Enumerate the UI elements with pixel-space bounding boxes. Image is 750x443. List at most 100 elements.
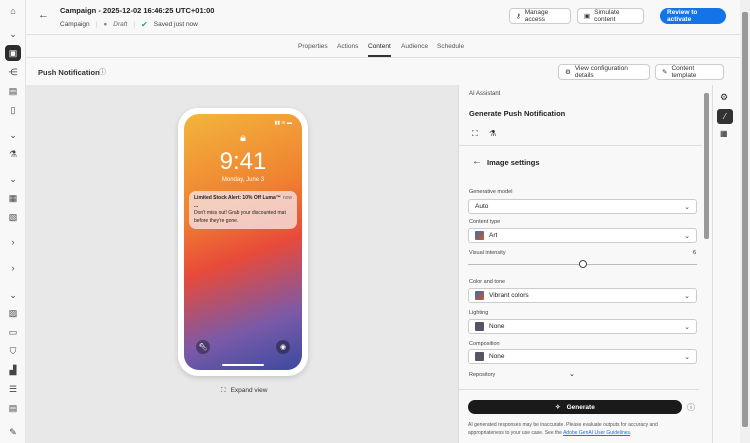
- expand-icon: ⛶: [221, 387, 226, 394]
- slider-handle[interactable]: [578, 260, 587, 268]
- color-tone-label: Color and tone: [469, 279, 506, 285]
- template-icon: ✎: [662, 69, 668, 76]
- blocks-icon[interactable]: ▦: [720, 129, 728, 138]
- manage-access-button[interactable]: ⚷ Manage access: [509, 8, 571, 24]
- info-icon[interactable]: ⓘ: [99, 67, 106, 77]
- settings-icon[interactable]: ⚙: [720, 92, 728, 103]
- visual-intensity-value: 6: [692, 250, 696, 256]
- chevron-right-icon[interactable]: ›: [6, 261, 20, 275]
- config-icon: ⚙: [565, 69, 571, 76]
- generative-model-label: Generative model: [469, 189, 513, 195]
- disclaimer: AI generated responses may be inaccurate…: [468, 422, 658, 436]
- content-icon[interactable]: ▤: [6, 84, 20, 98]
- chevron-down-icon[interactable]: ⌄: [569, 370, 575, 378]
- visual-intensity-label: Visual intensity: [469, 250, 506, 256]
- phone-preview: ▮▮ ≋ ▬ 🔒︎ 9:41 Monday, June 3 Limited St…: [178, 108, 308, 376]
- status-bar-icons: ▮▮ ≋ ▬: [274, 120, 292, 126]
- chevron-down-icon[interactable]: ⌄: [6, 288, 20, 302]
- chevron-down-icon: ⌄: [684, 232, 690, 240]
- chevron-down-icon[interactable]: ⌄: [6, 172, 20, 186]
- panel-scrollbar[interactable]: [704, 87, 709, 441]
- key-icon: ⚷: [516, 13, 521, 20]
- chart-icon[interactable]: ▟: [6, 363, 20, 377]
- help-icon[interactable]: ⓘ: [687, 402, 695, 413]
- chevron-down-icon: ⌄: [684, 292, 690, 300]
- lighting-label: Lighting: [469, 310, 489, 316]
- document-icon[interactable]: ▯: [6, 103, 20, 117]
- repository-label: Repository: [469, 372, 496, 378]
- chevron-right-icon[interactable]: ›: [6, 235, 20, 249]
- tab-actions[interactable]: Actions: [337, 43, 358, 50]
- notification-time: now: [282, 195, 292, 201]
- image-settings-title: Image settings: [487, 158, 540, 167]
- flask-icon[interactable]: ⚗: [489, 129, 496, 138]
- camera-icon: ◉: [276, 340, 290, 354]
- simulate-content-button[interactable]: ▣ Simulate content: [577, 8, 644, 24]
- notification-body: Don't miss out! Grab your discounted mat…: [194, 210, 286, 224]
- offers-icon[interactable]: ▧: [6, 210, 20, 224]
- campaign-title: Campaign - 2025-12-02 16:46:25 UTC+01:00: [60, 6, 215, 15]
- chevron-down-icon[interactable]: ⌄: [6, 27, 20, 41]
- lock-time: 9:41: [219, 148, 267, 175]
- journeys-icon[interactable]: ⋲: [6, 65, 20, 79]
- ai-assistant-panel: AI Assistant Generate Push Notification …: [458, 85, 712, 443]
- composition-thumbnail: [475, 352, 484, 361]
- color-thumbnail: [475, 291, 484, 300]
- review-to-activate-button[interactable]: Review to activate: [660, 8, 726, 24]
- generative-model-select[interactable]: Auto ⌄: [468, 199, 697, 214]
- composition-label: Composition: [469, 341, 500, 347]
- flashlight-icon: 🔦︎: [196, 340, 210, 354]
- chevron-down-icon[interactable]: ⌄: [6, 128, 20, 142]
- chevron-down-icon: ⌄: [684, 353, 690, 361]
- notification-title: Limited Stock Alert: 10% Off Luma™ ...: [194, 195, 281, 209]
- image-icon[interactable]: ⛶: [472, 129, 478, 139]
- magic-wand-icon: ✧: [555, 404, 561, 411]
- notification-card[interactable]: Limited Stock Alert: 10% Off Luma™ ... no…: [189, 191, 297, 229]
- panel-kicker: AI Assistant: [469, 91, 501, 97]
- home-indicator: [222, 364, 264, 366]
- channels-icon[interactable]: ▭: [6, 325, 20, 339]
- check-icon: ✔: [141, 20, 148, 29]
- simulate-icon: ▣: [584, 13, 591, 20]
- content-template-button[interactable]: ✎ Content template: [655, 64, 724, 80]
- segments-icon[interactable]: ▨: [6, 306, 20, 320]
- edit-icon[interactable]: ✎: [6, 425, 20, 439]
- right-rail: ⚙ ⁄ ▦: [712, 85, 740, 443]
- saved-status: Saved just now: [153, 21, 198, 28]
- list-icon[interactable]: ☰: [6, 382, 20, 396]
- ai-assistant-icon[interactable]: ⁄: [717, 109, 733, 124]
- campaign-type: Campaign: [60, 21, 90, 28]
- lighting-select[interactable]: None ⌄: [468, 319, 697, 334]
- lighting-thumbnail: [475, 322, 484, 331]
- status-badge: Draft: [113, 21, 128, 28]
- content-type-label: Content type: [469, 219, 501, 225]
- chevron-down-icon: ⌄: [684, 323, 690, 331]
- flask-icon[interactable]: ⚗: [6, 147, 20, 161]
- home-icon[interactable]: ⌂: [6, 4, 20, 18]
- content-type-select[interactable]: Art ⌄: [468, 228, 697, 243]
- section-title: Push Notification: [38, 68, 100, 77]
- art-thumbnail: [475, 231, 484, 240]
- panel-title: Generate Push Notification: [469, 109, 566, 118]
- tab-properties[interactable]: Properties: [298, 43, 328, 50]
- composition-select[interactable]: None ⌄: [468, 349, 697, 364]
- color-tone-select[interactable]: Vibrant colors ⌄: [468, 288, 697, 303]
- guidelines-link[interactable]: Adobe GenAI User Guidelines: [563, 430, 630, 436]
- tab-content[interactable]: Content: [368, 43, 391, 57]
- generate-button[interactable]: ✧ Generate: [468, 400, 682, 414]
- back-arrow-icon[interactable]: ←: [472, 156, 482, 167]
- tab-audience[interactable]: Audience: [401, 43, 428, 50]
- view-configuration-button[interactable]: ⚙ View configuration details: [558, 64, 650, 80]
- tab-schedule[interactable]: Schedule: [437, 43, 464, 50]
- page-scrollbar[interactable]: [740, 0, 750, 443]
- lock-date: Monday, June 3: [221, 177, 265, 183]
- left-nav: ⌂ ⌄ ▣ ⋲ ▤ ▯ ⌄ ⚗ ⌄ ▦ ▧ › › ⌄ ▨ ▭ ⛉ ▟ ☰ ▤ …: [0, 0, 26, 443]
- expand-view-button[interactable]: ⛶ Expand view: [221, 387, 267, 395]
- lock-icon: 🔒︎: [240, 132, 246, 144]
- stack-icon[interactable]: ▤: [6, 401, 20, 415]
- shield-icon[interactable]: ⛉: [6, 344, 20, 358]
- decisions-icon[interactable]: ▦: [6, 191, 20, 205]
- chevron-down-icon: ⌄: [684, 203, 690, 211]
- back-arrow-icon[interactable]: ←: [38, 9, 49, 21]
- campaigns-icon[interactable]: ▣: [5, 45, 21, 61]
